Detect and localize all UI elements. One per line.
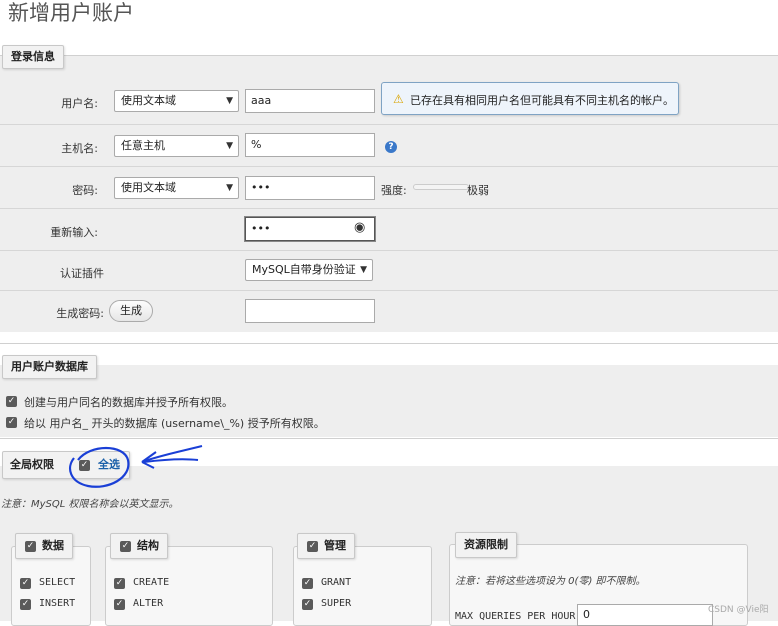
data-group-title: 数据 bbox=[42, 539, 64, 552]
strength-value: 极弱 bbox=[467, 184, 489, 197]
login-legend: 登录信息 bbox=[2, 45, 64, 69]
generate-label: 生成密码: bbox=[56, 307, 104, 320]
alter-label: ALTER bbox=[133, 598, 164, 609]
admin-group-legend: ✓ 管理 bbox=[297, 533, 355, 559]
warning-text: 已存在具有相同用户名但可能具有不同主机名的帐户。 bbox=[410, 94, 674, 107]
grant-prefix-checkbox[interactable]: ✓ bbox=[6, 417, 17, 428]
reenter-value: ••• bbox=[251, 222, 271, 235]
insert-checkbox[interactable]: ✓ bbox=[20, 599, 31, 610]
username-type-value: 使用文本域 bbox=[121, 94, 176, 107]
row-divider bbox=[0, 290, 778, 291]
help-icon[interactable]: ? bbox=[385, 141, 397, 153]
resource-note: 注意：若将这些选项设为 0(零) 即不限制。 bbox=[455, 576, 646, 587]
db-section bbox=[0, 343, 778, 365]
max-queries-input[interactable]: 0 bbox=[577, 604, 713, 626]
create-label: CREATE bbox=[133, 577, 170, 588]
create-db-label: 创建与用户同名的数据库并授予所有权限。 bbox=[24, 396, 233, 409]
grant-prefix-label: 给以 用户名_ 开头的数据库 (username\_%) 授予所有权限。 bbox=[24, 417, 325, 430]
strength-meter bbox=[413, 184, 469, 190]
global-legend-title: 全局权限 bbox=[10, 458, 54, 471]
annotation-circle bbox=[69, 445, 203, 488]
insert-label: INSERT bbox=[39, 598, 76, 609]
auth-plugin-select[interactable]: MySQL自带身份验证 ▼ bbox=[245, 259, 373, 281]
host-input[interactable]: % bbox=[245, 133, 375, 157]
password-label: 密码: bbox=[72, 184, 98, 197]
db-legend: 用户账户数据库 bbox=[2, 355, 97, 379]
auth-plugin-label: 认证插件 bbox=[60, 267, 104, 280]
select-label: SELECT bbox=[39, 577, 76, 588]
row-divider bbox=[0, 208, 778, 209]
reenter-label: 重新输入: bbox=[50, 226, 98, 239]
admin-group-checkbox[interactable]: ✓ bbox=[307, 541, 318, 552]
row-divider bbox=[0, 166, 778, 167]
alter-checkbox[interactable]: ✓ bbox=[114, 599, 125, 610]
data-group-checkbox[interactable]: ✓ bbox=[25, 541, 36, 552]
page-title: 新增用户账户 bbox=[8, 1, 134, 25]
reenter-input[interactable]: ••• ◉ bbox=[245, 217, 375, 241]
select-checkbox[interactable]: ✓ bbox=[20, 578, 31, 589]
password-input[interactable]: ••• bbox=[245, 176, 375, 200]
eye-icon[interactable]: ◉ bbox=[354, 217, 365, 239]
watermark: CSDN @Vie阳 bbox=[708, 605, 769, 615]
host-label: 主机名: bbox=[61, 142, 98, 155]
row-divider bbox=[0, 250, 778, 251]
auth-plugin-value: MySQL自带身份验证 bbox=[252, 263, 356, 276]
max-queries-label: MAX QUERIES PER HOUR bbox=[455, 611, 576, 622]
chevron-down-icon: ▼ bbox=[226, 141, 233, 151]
chevron-down-icon: ▼ bbox=[226, 183, 233, 193]
username-label: 用户名: bbox=[61, 97, 98, 110]
strength-label: 强度: bbox=[381, 184, 407, 197]
grant-label: GRANT bbox=[321, 577, 352, 588]
super-label: SUPER bbox=[321, 598, 352, 609]
structure-group-legend: ✓ 结构 bbox=[110, 533, 168, 559]
data-group-legend: ✓ 数据 bbox=[15, 533, 73, 559]
username-warning: ⚠ 已存在具有相同用户名但可能具有不同主机名的帐户。 bbox=[381, 82, 679, 115]
chevron-down-icon: ▼ bbox=[226, 96, 233, 106]
row-divider bbox=[0, 124, 778, 125]
warning-icon: ⚠ bbox=[393, 92, 404, 106]
global-note: 注意：MySQL 权限名称会以英文显示。 bbox=[1, 499, 179, 510]
structure-group-checkbox[interactable]: ✓ bbox=[120, 541, 131, 552]
host-type-select[interactable]: 任意主机 ▼ bbox=[114, 135, 239, 157]
structure-group-title: 结构 bbox=[137, 539, 159, 552]
grant-checkbox[interactable]: ✓ bbox=[302, 578, 313, 589]
resource-group-legend: 资源限制 bbox=[455, 532, 517, 558]
username-type-select[interactable]: 使用文本域 ▼ bbox=[114, 90, 239, 112]
super-checkbox[interactable]: ✓ bbox=[302, 599, 313, 610]
admin-group-title: 管理 bbox=[324, 539, 346, 552]
password-type-select[interactable]: 使用文本域 ▼ bbox=[114, 177, 239, 199]
generated-password-input[interactable] bbox=[245, 299, 375, 323]
password-type-value: 使用文本域 bbox=[121, 181, 176, 194]
host-type-value: 任意主机 bbox=[121, 139, 165, 152]
create-checkbox[interactable]: ✓ bbox=[114, 578, 125, 589]
username-input[interactable]: aaa bbox=[245, 89, 375, 113]
chevron-down-icon: ▼ bbox=[358, 260, 367, 280]
generate-button[interactable]: 生成 bbox=[109, 300, 153, 322]
create-db-checkbox[interactable]: ✓ bbox=[6, 396, 17, 407]
